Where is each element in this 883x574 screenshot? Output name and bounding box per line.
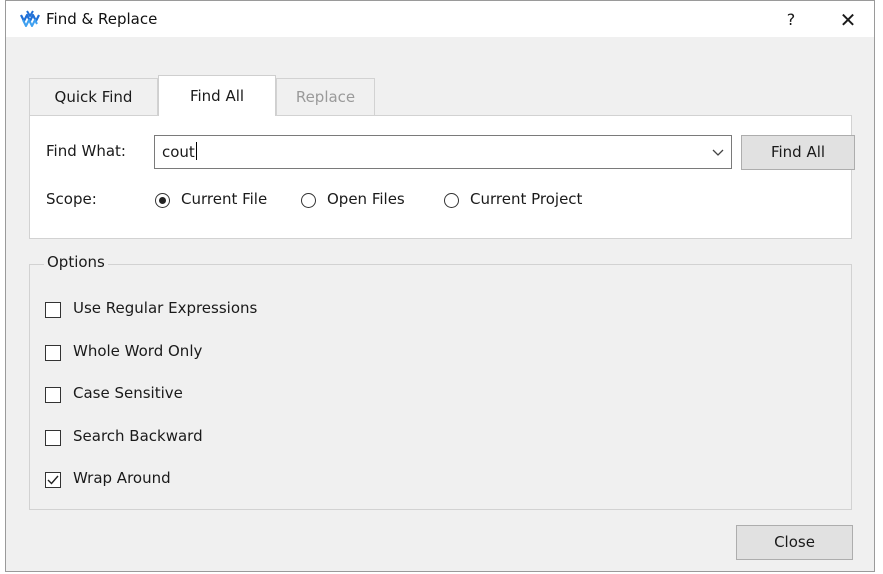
scope-open-files-radio[interactable] [301, 193, 316, 208]
search-backward-checkbox[interactable] [45, 430, 61, 446]
dialog-title: Find & Replace [46, 10, 158, 28]
scope-current-project-label[interactable]: Current Project [470, 190, 582, 208]
whole-word-label[interactable]: Whole Word Only [73, 342, 202, 360]
regex-label[interactable]: Use Regular Expressions [73, 299, 257, 317]
options-title: Options [44, 253, 108, 271]
case-sensitive-label[interactable]: Case Sensitive [73, 384, 183, 402]
scope-current-file-radio[interactable] [155, 193, 170, 208]
whole-word-checkbox[interactable] [45, 345, 61, 361]
scope-current-file-label[interactable]: Current File [181, 190, 267, 208]
find-what-input[interactable]: cout [162, 143, 195, 161]
tab-replace: Replace [276, 78, 375, 115]
case-sensitive-checkbox[interactable] [45, 387, 61, 403]
tab-quick-find[interactable]: Quick Find [29, 78, 158, 115]
find-all-button[interactable]: Find All [741, 135, 855, 170]
title-bar: Find & Replace ? ✕ [6, 1, 874, 37]
close-button[interactable]: Close [736, 525, 853, 560]
search-backward-label[interactable]: Search Backward [73, 427, 203, 445]
wrap-around-checkbox[interactable] [45, 472, 61, 488]
find-what-combobox[interactable]: cout [154, 135, 732, 169]
gowin-logo-icon [20, 10, 40, 27]
help-button[interactable]: ? [776, 7, 806, 33]
scope-label: Scope: [46, 190, 97, 208]
find-all-panel: Find What: cout Find All Scope: Current … [29, 115, 855, 239]
options-groupbox: Options Use Regular Expressions Whole Wo… [29, 253, 852, 510]
text-caret [195, 142, 197, 160]
chevron-down-icon[interactable] [709, 141, 727, 163]
checkmark-icon [47, 475, 59, 485]
find-replace-dialog: Find & Replace ? ✕ Quick Find Find All R… [5, 0, 875, 572]
tab-find-all[interactable]: Find All [158, 75, 276, 116]
wrap-around-label[interactable]: Wrap Around [73, 469, 171, 487]
regex-checkbox[interactable] [45, 302, 61, 318]
close-window-button[interactable]: ✕ [831, 7, 865, 33]
scope-current-project-radio[interactable] [444, 193, 459, 208]
find-what-label: Find What: [46, 142, 126, 160]
scope-open-files-label[interactable]: Open Files [327, 190, 405, 208]
